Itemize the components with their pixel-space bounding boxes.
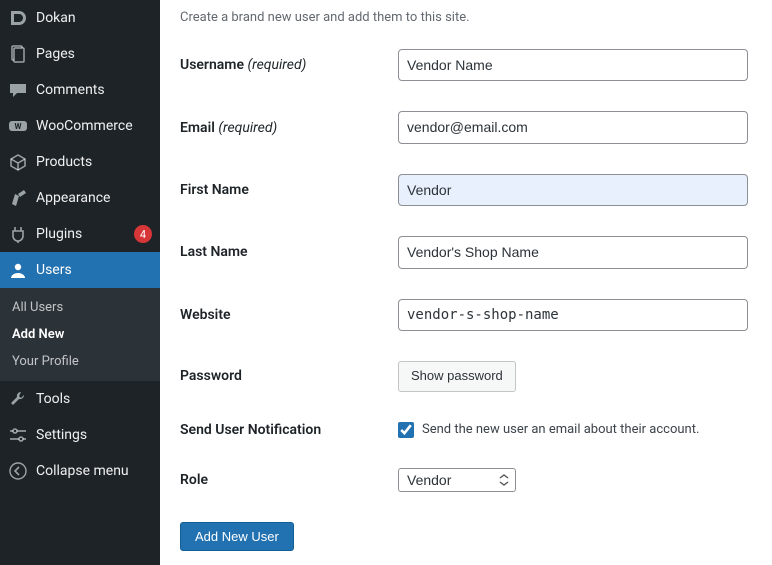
last-name-label: Last Name (180, 244, 398, 260)
users-subnav: All Users Add New Your Profile (0, 288, 160, 381)
sidebar-item-settings[interactable]: Settings (0, 417, 160, 453)
pages-icon (8, 44, 28, 64)
row-password: Password Show password (180, 361, 752, 392)
appearance-icon (8, 188, 28, 208)
sidebar-item-products[interactable]: Products (0, 144, 160, 180)
sidebar-item-label: Products (36, 154, 152, 170)
plugins-icon (8, 224, 28, 244)
row-role: Role Vendor (180, 468, 752, 492)
username-input[interactable] (398, 49, 748, 81)
plugins-badge: 4 (134, 225, 152, 243)
collapse-icon (8, 461, 28, 481)
sidebar-item-users[interactable]: Users (0, 252, 160, 288)
woocommerce-icon: W (8, 116, 28, 136)
email-input[interactable] (398, 111, 748, 143)
password-label: Password (180, 368, 398, 384)
comments-icon (8, 80, 28, 100)
subnav-all-users[interactable]: All Users (0, 294, 160, 321)
sidebar-item-woocommerce[interactable]: W WooCommerce (0, 108, 160, 144)
sidebar-item-tools[interactable]: Tools (0, 381, 160, 417)
sidebar-item-label: Plugins (36, 226, 130, 242)
username-label: Username (required) (180, 57, 398, 73)
sidebar-item-plugins[interactable]: Plugins 4 (0, 216, 160, 252)
sidebar-item-collapse[interactable]: Collapse menu (0, 453, 160, 489)
svg-text:W: W (15, 122, 22, 131)
sidebar-item-pages[interactable]: Pages (0, 36, 160, 72)
website-label: Website (180, 307, 398, 323)
first-name-input[interactable] (398, 174, 748, 206)
first-name-label: First Name (180, 182, 398, 198)
subnav-add-new[interactable]: Add New (0, 321, 160, 348)
page-description: Create a brand new user and add them to … (180, 10, 752, 25)
tools-icon (8, 389, 28, 409)
main-content: Create a brand new user and add them to … (160, 0, 772, 565)
notification-label: Send User Notification (180, 422, 398, 438)
sidebar-item-label: Pages (36, 46, 152, 62)
row-email: Email (required) (180, 111, 752, 143)
notification-checkbox-label: Send the new user an email about their a… (422, 422, 699, 437)
users-icon (8, 260, 28, 280)
sidebar-item-label: Appearance (36, 190, 152, 206)
sidebar-item-dokan[interactable]: Dokan (0, 0, 160, 36)
sidebar-item-label: Tools (36, 391, 152, 407)
sidebar-item-appearance[interactable]: Appearance (0, 180, 160, 216)
row-notification: Send User Notification Send the new user… (180, 422, 752, 438)
add-new-user-button[interactable]: Add New User (180, 522, 294, 551)
sidebar-item-label: Collapse menu (36, 463, 152, 479)
last-name-input[interactable] (398, 236, 748, 268)
sidebar-item-label: Settings (36, 427, 152, 443)
notification-checkbox[interactable] (398, 422, 414, 438)
dokan-icon (8, 8, 28, 28)
row-last-name: Last Name (180, 236, 752, 268)
row-username: Username (required) (180, 49, 752, 81)
subnav-your-profile[interactable]: Your Profile (0, 348, 160, 375)
show-password-button[interactable]: Show password (398, 361, 516, 392)
sidebar-item-label: Users (36, 262, 152, 278)
row-website: Website (180, 299, 752, 331)
role-label: Role (180, 472, 398, 488)
settings-icon (8, 425, 28, 445)
sidebar-item-label: Dokan (36, 10, 152, 26)
submit-row: Add New User (180, 522, 752, 551)
sidebar-item-label: Comments (36, 82, 152, 98)
row-first-name: First Name (180, 174, 752, 206)
products-icon (8, 152, 28, 172)
sidebar-item-comments[interactable]: Comments (0, 72, 160, 108)
sidebar-item-label: WooCommerce (36, 118, 152, 134)
email-label: Email (required) (180, 120, 398, 136)
role-select[interactable]: Vendor (398, 468, 516, 492)
website-input[interactable] (398, 299, 748, 331)
admin-sidebar: Dokan Pages Comments W WooCommerce Produ… (0, 0, 160, 565)
